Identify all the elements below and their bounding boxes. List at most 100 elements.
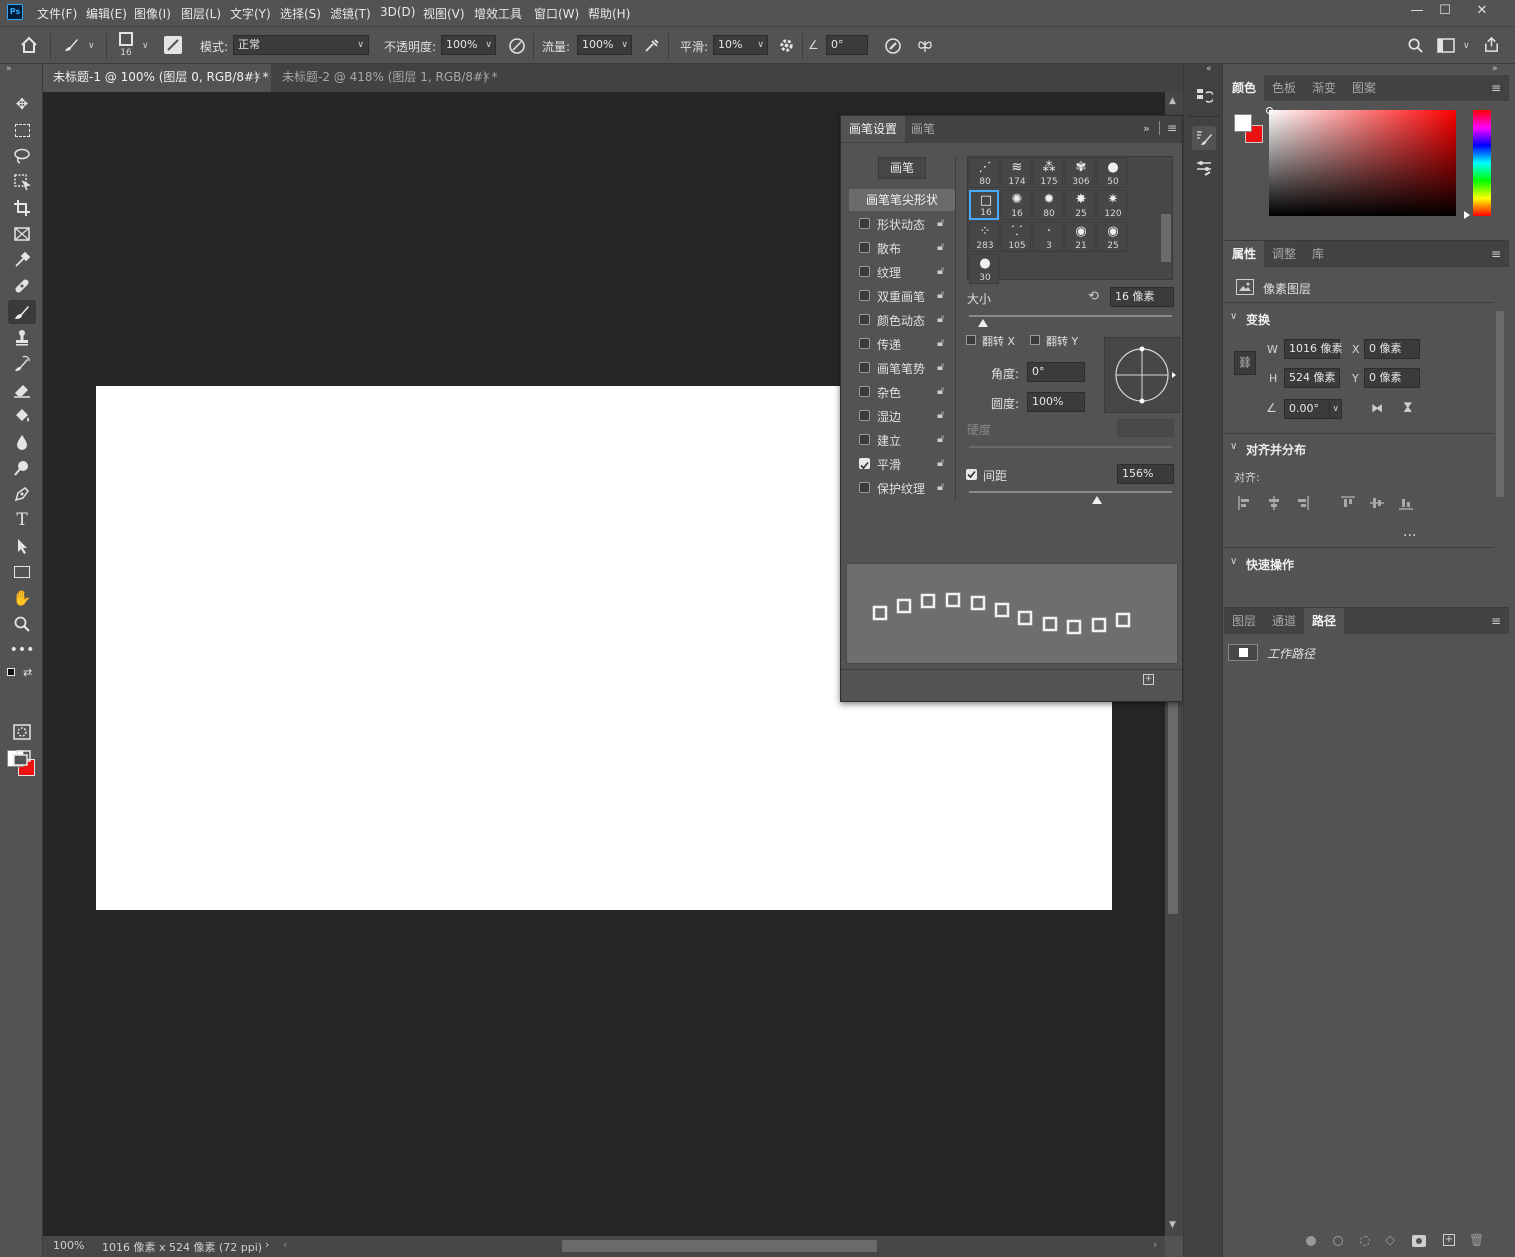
spacing-slider-track[interactable]	[969, 491, 1172, 493]
scroll-up-icon[interactable]: ▲	[1169, 96, 1176, 106]
lock-icon[interactable]: 🔓︎	[937, 432, 944, 446]
lock-icon[interactable]: 🔓︎	[937, 360, 944, 374]
checkbox[interactable]	[859, 314, 870, 325]
screen-mode-icon[interactable]	[8, 746, 36, 770]
path-selection-tool-icon[interactable]	[8, 534, 36, 558]
maximize-icon[interactable]: ☐	[1432, 2, 1458, 20]
option-dual-brush[interactable]: 双重画笔 🔓︎	[849, 284, 955, 308]
menu-type[interactable]: 文字(Y)	[230, 5, 271, 22]
create-new-path-icon[interactable]: +	[1443, 1234, 1455, 1246]
spacing-checkbox[interactable]	[966, 469, 977, 480]
size-slider-knob[interactable]	[978, 319, 989, 327]
panel-menu-icon[interactable]: ≡	[1167, 121, 1177, 135]
opacity-input[interactable]: 100% ∨	[441, 35, 496, 55]
paint-bucket-tool-icon[interactable]	[8, 404, 36, 428]
make-work-path-icon[interactable]: ◇	[1385, 1233, 1395, 1248]
align-left-edges-icon[interactable]	[1238, 496, 1252, 513]
align-section-title[interactable]: 对齐并分布	[1246, 441, 1306, 458]
menu-file[interactable]: 文件(F)	[37, 5, 77, 22]
lock-icon[interactable]: 🔓︎	[937, 480, 944, 494]
hue-slider[interactable]	[1473, 110, 1491, 216]
fill-path-icon[interactable]	[1306, 1236, 1316, 1246]
hand-tool-icon[interactable]: ✋	[8, 586, 36, 610]
history-panel-icon[interactable]	[1192, 84, 1216, 108]
brush-preset[interactable]: ✺ 16	[1001, 190, 1031, 220]
tab-paths[interactable]: 路径	[1304, 608, 1345, 634]
checkbox[interactable]	[859, 290, 870, 301]
swap-colors-icon[interactable]: ⇄	[23, 666, 32, 679]
zoom-level[interactable]: 100%	[53, 1239, 84, 1252]
y-input[interactable]: 0 像素	[1364, 368, 1420, 388]
lock-icon[interactable]: 🔓︎	[937, 408, 944, 422]
lock-icon[interactable]: 🔓︎	[937, 456, 944, 470]
chevron-down-icon[interactable]: ∨	[1230, 311, 1237, 322]
tab-adjustments[interactable]: 调整	[1264, 241, 1304, 267]
quick-actions-section-title[interactable]: 快速操作	[1246, 556, 1294, 573]
share-icon[interactable]	[1483, 36, 1500, 53]
mode-select[interactable]: 正常 ∨	[233, 35, 369, 55]
brush-preset[interactable]: ⋰ 80	[969, 158, 999, 188]
checkbox[interactable]	[859, 482, 870, 493]
checkbox[interactable]	[859, 410, 870, 421]
tab-layers[interactable]: 图层	[1224, 608, 1264, 634]
chevron-down-icon[interactable]: ∨	[88, 41, 95, 51]
lock-icon[interactable]: 🔓︎	[937, 240, 944, 254]
option-color-dynamics[interactable]: 颜色动态 🔓︎	[849, 308, 955, 332]
more-tools-icon[interactable]: •••	[8, 638, 36, 662]
brush-preset[interactable]: ◉ 21	[1065, 222, 1095, 252]
option-protect-texture[interactable]: 保护纹理 🔓︎	[849, 476, 955, 500]
flip-horizontal-icon[interactable]: ⧓	[1371, 401, 1383, 415]
option-noise[interactable]: 杂色 🔓︎	[849, 380, 955, 404]
airbrush-icon[interactable]	[643, 37, 661, 55]
foreground-color-swatch[interactable]	[1234, 114, 1252, 132]
hue-slider-knob[interactable]	[1464, 211, 1470, 219]
size-slider-track[interactable]	[969, 315, 1172, 317]
flow-input[interactable]: 100% ∨	[577, 35, 632, 55]
path-row[interactable]: 工作路径	[1224, 641, 1492, 665]
brush-angle-input[interactable]: 0°	[826, 35, 868, 55]
move-tool-icon[interactable]: ✥	[8, 92, 36, 116]
trash-icon[interactable]: 🗑︎	[1469, 1233, 1484, 1247]
size-input[interactable]: 16 像素	[1110, 287, 1174, 307]
tab-document-1[interactable]: 未标题-1 @ 100% (图层 0, RGB/8#) * ×	[43, 64, 271, 92]
spacing-input[interactable]: 156%	[1117, 464, 1174, 484]
checkbox[interactable]	[859, 362, 870, 373]
brush-settings-panel-icon[interactable]	[1192, 126, 1216, 150]
panel-menu-icon[interactable]: ≡	[1491, 247, 1503, 261]
chevron-down-icon[interactable]: ∨	[1230, 556, 1237, 567]
dodge-tool-icon[interactable]	[8, 456, 36, 480]
chevron-down-icon[interactable]: ∨	[1230, 441, 1237, 452]
chevron-down-icon[interactable]: ∨	[1463, 41, 1470, 51]
menu-edit[interactable]: 编辑(E)	[86, 5, 127, 22]
clone-stamp-tool-icon[interactable]	[8, 326, 36, 350]
expand-dock-icon[interactable]: «	[1206, 64, 1212, 74]
close-icon[interactable]: ×	[253, 64, 261, 90]
roundness-input[interactable]: 100%	[1027, 392, 1085, 412]
lock-icon[interactable]: 🔓︎	[937, 312, 944, 326]
tab-brush-settings[interactable]: 画笔设置	[841, 116, 906, 142]
menu-view[interactable]: 视图(V)	[423, 5, 465, 22]
more-options-icon[interactable]: ...	[1403, 524, 1416, 540]
checkbox[interactable]	[859, 218, 870, 229]
tab-properties[interactable]: 属性	[1224, 241, 1265, 267]
option-transfer[interactable]: 传递 🔓︎	[849, 332, 955, 356]
lock-icon[interactable]: 🔓︎	[937, 216, 944, 230]
eyedropper-tool-icon[interactable]	[8, 248, 36, 272]
align-horizontal-centers-icon[interactable]	[1267, 496, 1281, 513]
menu-filter[interactable]: 滤镜(T)	[330, 5, 371, 22]
menu-3d[interactable]: 3D(D)	[380, 5, 415, 19]
symmetry-butterfly-icon[interactable]	[916, 37, 934, 55]
brushes-button[interactable]: 画笔	[878, 157, 926, 179]
smoothing-input[interactable]: 10% ∨	[713, 35, 768, 55]
flip-vertical-icon[interactable]: ⧓	[1401, 401, 1415, 413]
brush-tip-shape-item[interactable]: 画笔笔尖形状	[849, 189, 955, 211]
align-vertical-centers-icon[interactable]	[1370, 496, 1384, 513]
flip-x-checkbox[interactable]	[966, 335, 976, 345]
path-name[interactable]: 工作路径	[1267, 645, 1315, 662]
menu-image[interactable]: 图像(I)	[134, 5, 171, 22]
menu-select[interactable]: 选择(S)	[280, 5, 321, 22]
brush-preset[interactable]: ⁂ 175	[1033, 158, 1063, 188]
angle-input[interactable]: 0°	[1027, 362, 1085, 382]
search-icon[interactable]	[1407, 37, 1424, 54]
align-right-edges-icon[interactable]	[1295, 496, 1309, 513]
